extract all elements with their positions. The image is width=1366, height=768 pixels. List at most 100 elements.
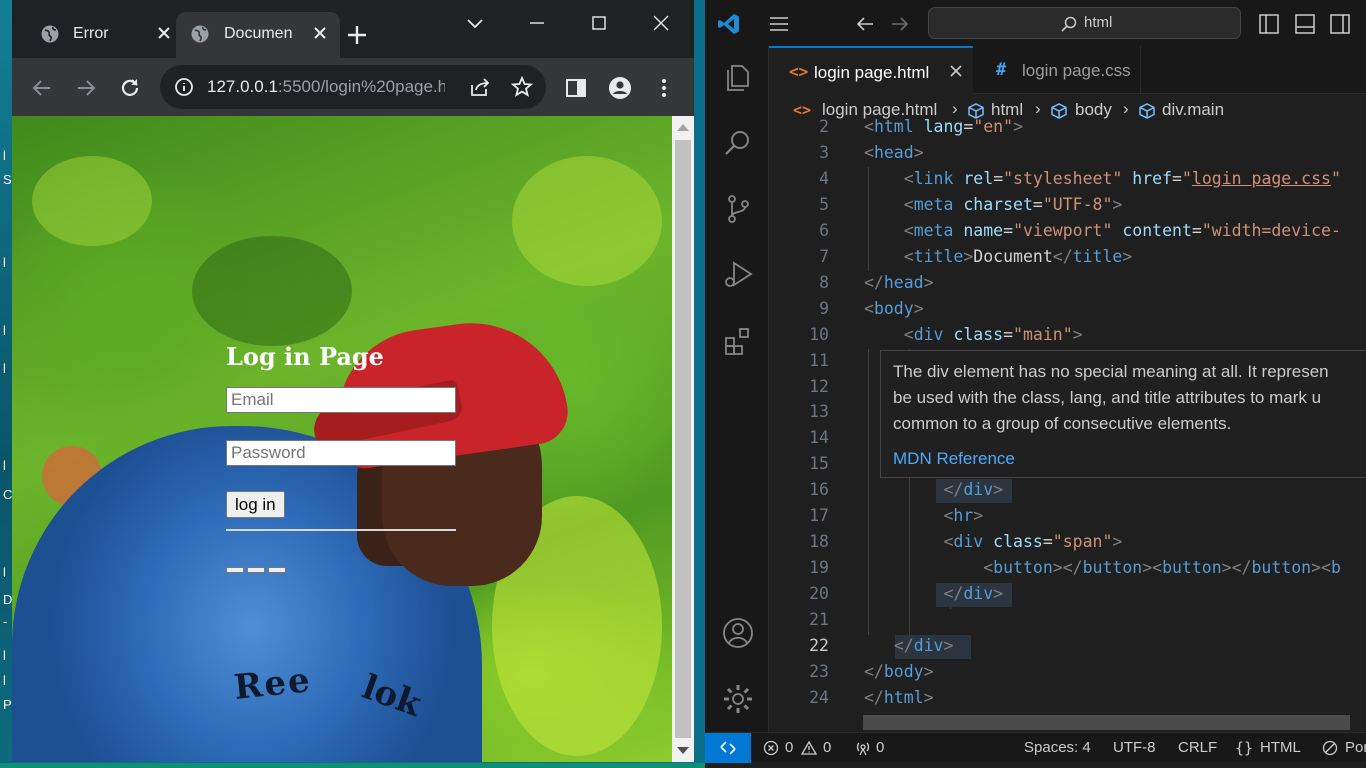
code-line[interactable]: </body> bbox=[864, 662, 934, 681]
extensions-icon[interactable] bbox=[721, 324, 755, 358]
forward-arrow-icon[interactable] bbox=[74, 76, 98, 100]
info-icon[interactable] bbox=[174, 77, 194, 97]
back-arrow-icon[interactable] bbox=[30, 76, 54, 100]
braces-icon: {} bbox=[1235, 739, 1254, 757]
browser-tab-error[interactable]: Error bbox=[26, 12, 184, 58]
email-input[interactable] bbox=[226, 387, 456, 413]
share-icon[interactable] bbox=[468, 75, 492, 99]
activity-bar bbox=[705, 46, 769, 732]
ports-count[interactable]: 0 bbox=[876, 739, 884, 756]
account-icon[interactable] bbox=[721, 616, 755, 650]
vscode-window: html <> login page.html # login page.css… bbox=[705, 0, 1366, 768]
code-line[interactable]: </html> bbox=[864, 688, 934, 707]
code-line[interactable]: </div> bbox=[864, 636, 954, 655]
settings-gear-icon[interactable] bbox=[721, 682, 755, 716]
password-input[interactable] bbox=[226, 440, 456, 466]
divider bbox=[226, 529, 456, 531]
address-bar[interactable]: 127.0.0.1:5500/login%20page.html bbox=[160, 65, 546, 109]
toggle-secondary-sidebar-icon[interactable] bbox=[1328, 12, 1352, 36]
search-icon[interactable] bbox=[721, 126, 755, 160]
explorer-icon[interactable] bbox=[721, 60, 755, 94]
code-line[interactable]: </head> bbox=[864, 273, 934, 292]
browser-window: Error Document 127.0.0.1:5500/login%20pa… bbox=[12, 0, 694, 762]
nav-back-icon[interactable] bbox=[853, 12, 877, 36]
login-button[interactable]: log in bbox=[226, 491, 285, 518]
browser-tab-document[interactable]: Document bbox=[176, 12, 340, 58]
horizontal-scrollbar[interactable] bbox=[863, 715, 1350, 730]
window-close-icon[interactable] bbox=[646, 8, 676, 38]
encoding-setting[interactable]: UTF-8 bbox=[1113, 739, 1156, 756]
star-icon[interactable] bbox=[510, 75, 534, 99]
editor-tab-css[interactable]: # login page.css bbox=[974, 46, 1141, 94]
remote-indicator[interactable] bbox=[705, 733, 751, 763]
search-icon bbox=[1061, 16, 1077, 32]
minimize-icon[interactable] bbox=[522, 8, 552, 38]
toggle-panel-icon[interactable] bbox=[1293, 12, 1317, 36]
login-form: Log in Page log in bbox=[226, 342, 462, 573]
page-viewport: Ree lok Log in Page log in bbox=[12, 116, 672, 762]
page-scrollbar[interactable] bbox=[672, 116, 694, 762]
close-icon[interactable] bbox=[947, 62, 965, 80]
empty-button[interactable] bbox=[268, 567, 286, 573]
mdn-reference-link[interactable]: MDN Reference bbox=[893, 449, 1015, 469]
foliage bbox=[32, 156, 152, 246]
hamburger-menu-icon[interactable] bbox=[767, 12, 791, 36]
close-icon[interactable] bbox=[154, 23, 174, 43]
browser-tabstrip: Error Document bbox=[12, 0, 694, 58]
reload-icon[interactable] bbox=[118, 76, 142, 100]
foliage bbox=[192, 236, 352, 346]
code-line[interactable]: <head> bbox=[864, 143, 924, 162]
code-line[interactable]: <body> bbox=[864, 299, 924, 318]
maximize-icon[interactable] bbox=[584, 8, 614, 38]
error-count[interactable]: 0 bbox=[785, 739, 793, 756]
code-line[interactable]: <div class="span"> bbox=[864, 532, 1122, 551]
code-line[interactable]: <div class="main"> bbox=[864, 325, 1083, 344]
eol-setting[interactable]: CRLF bbox=[1178, 739, 1217, 756]
line-number: 9 bbox=[819, 299, 829, 318]
foliage bbox=[512, 156, 662, 286]
tab-title: Document bbox=[224, 25, 292, 42]
nav-forward-icon[interactable] bbox=[888, 12, 912, 36]
run-debug-icon[interactable] bbox=[721, 258, 755, 292]
indentation-setting[interactable]: Spaces: 4 bbox=[1024, 739, 1091, 756]
editor-tab-html[interactable]: <> login page.html bbox=[769, 46, 973, 94]
toggle-sidebar-icon[interactable] bbox=[1257, 12, 1281, 36]
code-line[interactable]: <meta name="viewport" content="width=dev… bbox=[864, 221, 1341, 240]
scroll-thumb[interactable] bbox=[675, 140, 691, 738]
code-line[interactable]: <meta charset="UTF-8"> bbox=[864, 195, 1123, 214]
desktop-icon-label: l bbox=[3, 565, 6, 580]
scroll-down-arrow-icon[interactable] bbox=[677, 747, 689, 754]
warning-count[interactable]: 0 bbox=[823, 739, 831, 756]
hoodie-print: Ree bbox=[232, 660, 314, 708]
scroll-up-arrow-icon[interactable] bbox=[677, 124, 689, 131]
code-line[interactable]: </div> bbox=[864, 584, 1003, 603]
menu-dots-icon[interactable] bbox=[652, 76, 676, 100]
line-number: 8 bbox=[819, 273, 829, 292]
close-icon[interactable] bbox=[310, 23, 330, 43]
tab-search-icon[interactable] bbox=[460, 8, 490, 38]
line-number: 18 bbox=[809, 532, 829, 551]
language-mode[interactable]: HTML bbox=[1260, 739, 1301, 756]
port-status[interactable]: Por bbox=[1345, 739, 1366, 756]
desktop-icon-label: - bbox=[3, 614, 8, 629]
line-number: 24 bbox=[809, 688, 829, 707]
line-number: 4 bbox=[819, 169, 829, 188]
code-line[interactable]: <link rel="stylesheet" href="login page.… bbox=[864, 169, 1341, 188]
side-panel-icon[interactable] bbox=[564, 76, 588, 100]
code-line[interactable]: </div> bbox=[864, 480, 1003, 499]
new-tab-icon[interactable] bbox=[344, 22, 370, 48]
empty-button[interactable] bbox=[226, 567, 244, 573]
profile-icon[interactable] bbox=[608, 76, 632, 100]
code-line[interactable]: <html lang="en"> bbox=[864, 117, 1023, 136]
code-line[interactable]: <hr> bbox=[864, 506, 983, 525]
tab-label: login page.html bbox=[814, 63, 930, 82]
code-line[interactable]: <title>Document</title> bbox=[864, 247, 1133, 266]
desktop-icon-label: l bbox=[3, 255, 6, 270]
empty-button[interactable] bbox=[247, 567, 265, 573]
line-number: 10 bbox=[809, 325, 829, 344]
desktop-icon-label: S bbox=[3, 172, 12, 187]
code-line[interactable]: <button></button><button></button><b bbox=[864, 558, 1341, 577]
command-center-search[interactable]: html bbox=[928, 7, 1241, 39]
desktop-icon-label: l bbox=[3, 148, 6, 163]
source-control-icon[interactable] bbox=[721, 192, 755, 226]
